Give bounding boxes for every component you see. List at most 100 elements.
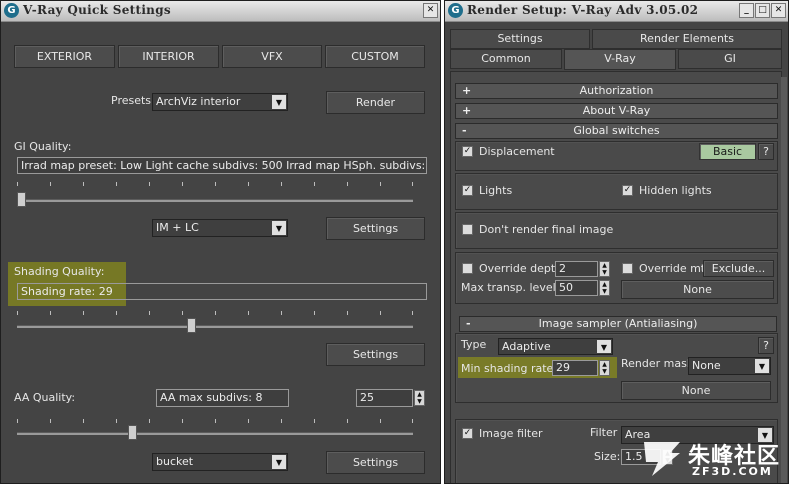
chevron-down-icon: ▼: [272, 95, 286, 109]
rollout-label: Authorization: [579, 84, 654, 97]
chevron-down-icon: ▼: [755, 359, 769, 373]
max-transp-label: Max transp. levels: [461, 281, 562, 294]
watermark-subtext: ZF3D.COM: [692, 465, 773, 478]
tab-gi[interactable]: GI: [678, 49, 782, 69]
tab-settings[interactable]: Settings: [450, 29, 590, 49]
aa-sampler-dropdown[interactable]: bucket ▼: [152, 453, 288, 471]
override-depth-checkbox[interactable]: [462, 263, 473, 274]
gi-engine-dropdown[interactable]: IM + LC ▼: [152, 219, 288, 237]
window-title: V-Ray Quick Settings: [23, 3, 171, 17]
quick-settings-window: G V-Ray Quick Settings ✕ EXTERIOR INTERI…: [0, 0, 441, 484]
tab-vray[interactable]: V-Ray: [564, 49, 676, 70]
aa-spinner-arrows[interactable]: ▲ ▼: [414, 390, 425, 406]
sampler-help-button[interactable]: ?: [758, 337, 774, 354]
aa-quality-label: AA Quality:: [14, 391, 76, 404]
gi-info-field: Irrad map preset: Low Light cache subdiv…: [17, 157, 427, 174]
minimize-icon[interactable]: _: [739, 3, 754, 18]
quick-settings-titlebar[interactable]: G V-Ray Quick Settings ✕: [1, 1, 440, 22]
rollout-label: Global switches: [573, 124, 660, 137]
override-depth-label: Override depth: [479, 262, 563, 275]
override-mtl-label: Override mtl: [639, 262, 709, 275]
watermark: 朱峰社区 ZF3D.COM: [640, 434, 786, 482]
presets-label: Presets:: [111, 94, 155, 107]
displacement-checkbox[interactable]: ✓: [462, 146, 473, 157]
filter-label: Filter: [590, 426, 618, 439]
override-mtl-checkbox[interactable]: [622, 263, 633, 274]
close-icon[interactable]: ✕: [423, 3, 438, 18]
aa-spinner-field[interactable]: 25: [356, 389, 413, 407]
aa-sampler-value: bucket: [156, 455, 194, 468]
image-filter-checkbox[interactable]: ✓: [462, 428, 473, 439]
tab-custom[interactable]: CUSTOM: [325, 45, 425, 68]
override-mtl-none-button[interactable]: None: [621, 280, 774, 299]
displacement-label: Displacement: [479, 145, 555, 158]
exclude-button[interactable]: Exclude...: [703, 260, 774, 277]
override-depth-field[interactable]: 2: [555, 261, 598, 277]
render-mask-dropdown[interactable]: None ▼: [688, 357, 771, 375]
min-shading-rate-spinner[interactable]: ▲ ▼: [599, 360, 610, 376]
collapse-icon: -: [466, 317, 471, 330]
presets-dropdown[interactable]: ArchViz interior ▼: [152, 93, 288, 111]
tab-render-elements[interactable]: Render Elements: [592, 29, 782, 49]
presets-value: ArchViz interior: [156, 95, 241, 108]
collapse-icon: -: [462, 124, 467, 137]
help-button[interactable]: ?: [758, 143, 774, 160]
max-transp-spinner[interactable]: ▲ ▼: [599, 280, 610, 296]
gi-quality-label: GI Quality:: [14, 140, 72, 153]
chevron-down-icon: ▼: [272, 221, 286, 235]
chevron-down-icon: ▼: [597, 340, 611, 353]
shading-quality-label: Shading Quality:: [14, 265, 105, 278]
aa-slider-ticks: [17, 419, 413, 423]
aa-info-field: AA max subdivs: 8: [156, 389, 289, 407]
dont-render-final-checkbox[interactable]: [462, 224, 473, 235]
type-value: Adaptive: [502, 340, 551, 353]
chevron-down-icon: ▼: [272, 455, 286, 469]
max-transp-field[interactable]: 50: [555, 280, 598, 296]
shading-settings-button[interactable]: Settings: [326, 343, 425, 366]
window-title: Render Setup: V-Ray Adv 3.05.02: [467, 3, 699, 17]
shading-slider-thumb[interactable]: [187, 318, 197, 333]
render-setup-window: G Render Setup: V-Ray Adv 3.05.02 _ □ ✕ …: [444, 0, 789, 484]
basic-button[interactable]: Basic: [699, 143, 756, 160]
lights-checkbox[interactable]: ✓: [462, 185, 473, 196]
expand-icon: +: [462, 84, 472, 97]
render-mask-none-button[interactable]: None: [621, 381, 771, 400]
tab-interior[interactable]: INTERIOR: [118, 45, 219, 68]
tab-exterior[interactable]: EXTERIOR: [14, 45, 115, 68]
tab-vfx[interactable]: VFX: [222, 45, 322, 68]
override-depth-spinner[interactable]: ▲ ▼: [599, 261, 610, 277]
aa-slider-track[interactable]: [17, 432, 413, 435]
close-icon[interactable]: ✕: [771, 3, 786, 18]
rollout-global-switches[interactable]: - Global switches: [455, 123, 778, 139]
image-filter-label: Image filter: [479, 427, 543, 440]
render-button[interactable]: Render: [326, 91, 425, 114]
min-shading-rate-label: Min shading rate: [461, 362, 554, 375]
aa-slider-thumb[interactable]: [127, 425, 137, 440]
rollout-about-vray[interactable]: + About V-Ray: [455, 103, 778, 119]
shading-info-field: Shading rate: 29: [17, 283, 427, 300]
vray-g-icon: G: [448, 3, 463, 18]
lights-label: Lights: [479, 184, 513, 197]
gi-slider-ticks: [17, 182, 413, 186]
hidden-lights-label: Hidden lights: [639, 184, 712, 197]
maximize-icon[interactable]: □: [755, 3, 770, 18]
gi-slider-thumb[interactable]: [16, 192, 26, 207]
rollout-image-sampler[interactable]: - Image sampler (Antialiasing): [459, 316, 777, 332]
rollout-label: Image sampler (Antialiasing): [538, 317, 698, 330]
rollout-authorization[interactable]: + Authorization: [455, 83, 778, 99]
min-shading-rate-field[interactable]: 29: [552, 360, 598, 376]
render-mask-label: Render mask: [621, 357, 694, 370]
type-dropdown[interactable]: Adaptive ▼: [498, 338, 613, 355]
gi-slider-track[interactable]: [17, 199, 413, 202]
render-setup-titlebar[interactable]: G Render Setup: V-Ray Adv 3.05.02 _ □ ✕: [445, 1, 788, 22]
gi-engine-value: IM + LC: [156, 221, 199, 234]
panel-scrollbar[interactable]: [781, 77, 787, 483]
dont-render-final-label: Don't render final image: [479, 223, 614, 236]
type-label: Type: [461, 338, 487, 351]
shading-slider-ticks: [17, 311, 413, 315]
gi-settings-button[interactable]: Settings: [326, 217, 425, 240]
tab-common[interactable]: Common: [450, 49, 562, 69]
shading-slider-track[interactable]: [17, 325, 413, 328]
hidden-lights-checkbox[interactable]: ✓: [622, 185, 633, 196]
aa-settings-button[interactable]: Settings: [326, 451, 425, 474]
